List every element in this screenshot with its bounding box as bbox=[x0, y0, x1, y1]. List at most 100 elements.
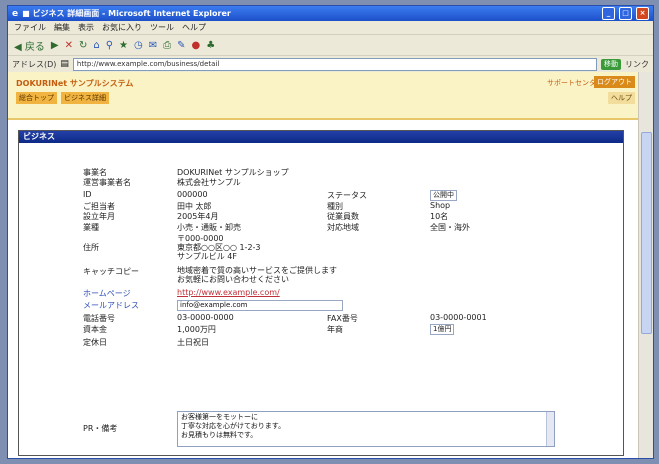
value: 1,000万円 bbox=[177, 325, 216, 334]
menu-file[interactable]: ファイル bbox=[14, 22, 46, 33]
row-rep: 運営事業者名 株式会社サンプル bbox=[83, 177, 241, 188]
menu-tools[interactable]: ツール bbox=[150, 22, 174, 33]
close-button[interactable]: × bbox=[636, 7, 649, 20]
mail-icon[interactable]: ✉ bbox=[149, 40, 157, 51]
employee-value: 10名 bbox=[430, 212, 449, 221]
detail-panel: ビジネス 事業名 DOKURINet サンプルショップ 運営事業者名 株式会社サ… bbox=[18, 130, 624, 456]
breadcrumb: 総合トップ ビジネス詳細 bbox=[16, 92, 109, 104]
label: 住所 bbox=[83, 243, 99, 252]
minimize-button[interactable]: _ bbox=[602, 7, 615, 20]
fax-label: FAX番号 bbox=[327, 314, 358, 323]
textarea-scrollbar[interactable] bbox=[546, 412, 554, 446]
discuss-icon[interactable]: ● bbox=[192, 40, 201, 51]
status-select[interactable]: 公開中 bbox=[430, 190, 457, 201]
history-icon[interactable]: ◷ bbox=[134, 40, 143, 51]
row-capital: 資本金 1,000万円 年商 1億円 bbox=[83, 324, 455, 335]
menu-help[interactable]: ヘルプ bbox=[182, 22, 206, 33]
address-line: 東京都○○区○○ 1-2-3 bbox=[177, 243, 261, 252]
catch-line: お気軽にお問い合わせください bbox=[177, 275, 289, 284]
row-id: ID 000000 ステータス 公開中 bbox=[83, 190, 457, 201]
homepage-link[interactable]: http://www.example.com/ bbox=[177, 288, 280, 297]
label: 電話番号 bbox=[83, 314, 115, 323]
address-input[interactable]: http://www.example.com/business/detail bbox=[72, 57, 597, 71]
fax-value: 03-0000-0001 bbox=[430, 313, 487, 322]
site-brand[interactable]: DOKURINet サンプルシステム bbox=[16, 78, 133, 89]
menu-edit[interactable]: 編集 bbox=[54, 22, 70, 33]
sales-field[interactable]: 1億円 bbox=[430, 324, 455, 335]
row-industry: 業種 小売・通販・卸売 対応地域 全国・海外 bbox=[83, 222, 470, 233]
pr-line: お見積もりは無料です。 bbox=[181, 431, 258, 439]
breadcrumb-top[interactable]: 総合トップ bbox=[16, 92, 57, 104]
menu-bar: ファイル 編集 表示 お気に入り ツール ヘルプ bbox=[8, 21, 653, 35]
print-icon[interactable]: ⎙ bbox=[163, 40, 171, 51]
address-line: 〒000-0000 bbox=[177, 234, 224, 243]
address-bar: アドレス(D) ▤ http://www.example.com/busines… bbox=[8, 56, 653, 73]
value: 株式会社サンプル bbox=[177, 178, 241, 187]
favorites-icon[interactable]: ★ bbox=[119, 40, 128, 51]
links-button[interactable]: リンク bbox=[625, 59, 649, 70]
back-button[interactable]: ◀ 戻る bbox=[14, 38, 45, 53]
panel-title: ビジネス bbox=[19, 131, 623, 143]
title-bar: e ■ ビジネス 詳細画面 - Microsoft Internet Explo… bbox=[8, 6, 653, 21]
row-holiday: 定休日 土日祝日 bbox=[83, 337, 209, 348]
address-line: サンプルビル 4F bbox=[177, 252, 237, 261]
email-field[interactable]: info@example.com bbox=[177, 300, 343, 311]
value: 03-0000-0000 bbox=[177, 313, 234, 322]
toolbar: ◀ 戻る ▶ ✕ ↻ ⌂ ⚲ ★ ◷ ✉ ⎙ ✎ ● ♣ bbox=[8, 35, 653, 56]
value: 地域密着で質の高いサービスをご提供します お気軽にお問い合わせください bbox=[177, 266, 337, 284]
row-address: 住所 〒000-0000 東京都○○区○○ 1-2-3 サンプルビル 4F bbox=[83, 234, 261, 261]
page-icon: ▤ bbox=[60, 59, 69, 69]
type-value: Shop bbox=[430, 201, 451, 210]
area-label: 対応地域 bbox=[327, 223, 359, 232]
back-label: 戻る bbox=[24, 41, 45, 53]
pr-line: お客様第一をモットーに bbox=[181, 413, 258, 421]
status-label: ステータス bbox=[327, 191, 367, 200]
employee-label: 従業員数 bbox=[327, 212, 359, 221]
site-header: DOKURINet サンプルシステム 総合トップ ビジネス詳細 サポートセンター… bbox=[8, 72, 639, 120]
refresh-icon[interactable]: ↻ bbox=[79, 40, 87, 51]
ie-logo-icon: e bbox=[12, 8, 19, 19]
window-title: ■ ビジネス 詳細画面 - Microsoft Internet Explore… bbox=[22, 9, 231, 18]
stop-icon[interactable]: ✕ bbox=[65, 40, 73, 51]
search-icon[interactable]: ⚲ bbox=[106, 40, 113, 51]
label: PR・備考 bbox=[83, 424, 118, 433]
menu-favorites[interactable]: お気に入り bbox=[102, 22, 142, 33]
logout-button[interactable]: ログアウト bbox=[594, 76, 635, 88]
help-button[interactable]: ヘルプ bbox=[608, 92, 635, 104]
breadcrumb-detail[interactable]: ビジネス詳細 bbox=[61, 92, 109, 104]
pr-textarea[interactable]: お客様第一をモットーに 丁寧な対応を心がけております。 お見積もりは無料です。 bbox=[177, 411, 555, 447]
pr-line: 丁寧な対応を心がけております。 bbox=[181, 422, 286, 430]
area-value: 全国・海外 bbox=[430, 223, 470, 232]
label: 業種 bbox=[83, 223, 99, 232]
label: 設立年月 bbox=[83, 212, 115, 221]
forward-icon[interactable]: ▶ bbox=[51, 40, 59, 51]
scrollbar-thumb[interactable] bbox=[641, 132, 652, 334]
row-url: ホームページ http://www.example.com/ bbox=[83, 288, 280, 299]
edit-icon[interactable]: ✎ bbox=[177, 40, 185, 51]
value: 2005年4月 bbox=[177, 212, 219, 221]
sales-label: 年商 bbox=[327, 325, 343, 334]
page-scrollbar[interactable] bbox=[638, 72, 653, 458]
value: 土日祝日 bbox=[177, 338, 209, 347]
label: メールアドレス bbox=[83, 301, 139, 310]
row-tel: 電話番号 03-0000-0000 FAX番号 03-0000-0001 bbox=[83, 313, 487, 324]
label: キャッチコピー bbox=[83, 267, 139, 276]
label: 運営事業者名 bbox=[83, 178, 131, 187]
address-label: アドレス(D) bbox=[12, 59, 57, 69]
label: 定休日 bbox=[83, 338, 107, 347]
label: ホームページ bbox=[83, 289, 131, 298]
value: 000000 bbox=[177, 190, 208, 199]
value: 〒000-0000 東京都○○区○○ 1-2-3 サンプルビル 4F bbox=[177, 234, 261, 261]
maximize-button[interactable]: □ bbox=[619, 7, 632, 20]
home-icon[interactable]: ⌂ bbox=[93, 40, 99, 51]
row-open: 設立年月 2005年4月 従業員数 10名 bbox=[83, 211, 448, 222]
messenger-icon[interactable]: ♣ bbox=[206, 40, 215, 51]
catch-line: 地域密着で質の高いサービスをご提供します bbox=[177, 266, 337, 275]
label: 資本金 bbox=[83, 325, 107, 334]
row-catch: キャッチコピー 地域密着で質の高いサービスをご提供します お気軽にお問い合わせく… bbox=[83, 266, 337, 284]
menu-view[interactable]: 表示 bbox=[78, 22, 94, 33]
row-email: メールアドレス info@example.com bbox=[83, 300, 343, 311]
browser-window: e ■ ビジネス 詳細画面 - Microsoft Internet Explo… bbox=[7, 5, 654, 459]
value: 小売・通販・卸売 bbox=[177, 223, 241, 232]
go-button[interactable]: 移動 bbox=[601, 58, 621, 70]
